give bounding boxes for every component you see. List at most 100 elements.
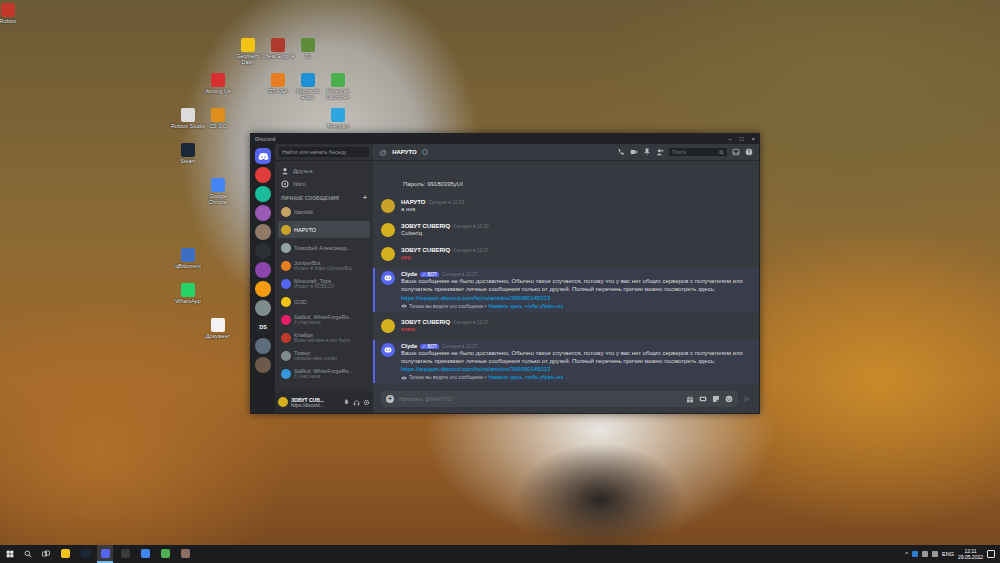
phone-icon[interactable] (617, 148, 625, 156)
taskbar-app[interactable] (97, 545, 113, 563)
server-icon[interactable] (255, 300, 271, 316)
message-input[interactable]: +Написать @НАРУТО (381, 391, 738, 407)
dm-nav-item[interactable]: Nitro (278, 177, 370, 190)
dm-list: ДрузьяNitroЛИЧНЫЕ СООБЩЕНИЯ+IdantikkНАРУ… (275, 161, 373, 391)
desktop-icon[interactable]: Among Us (203, 70, 233, 105)
bluetooth-icon[interactable] (912, 551, 918, 557)
send-icon[interactable] (743, 395, 751, 403)
message-author[interactable]: ЗОВУТ CUBERIQ (401, 223, 450, 229)
help-icon[interactable] (745, 148, 753, 156)
desktop-icon[interactable]: qBittorrent (173, 245, 203, 280)
taskbar-app[interactable] (157, 545, 173, 563)
emoji-icon[interactable] (725, 395, 733, 403)
dm-item[interactable]: Idantikk (278, 203, 370, 220)
dm-item[interactable]: Sallkid, WhiteForgeRe...3 участника (278, 365, 370, 382)
desktop-icon[interactable]: Microsoft Edge (293, 70, 323, 105)
headphones-icon[interactable] (353, 399, 360, 406)
dm-name: Minecraft_Tops (294, 278, 334, 284)
windows-start-icon[interactable] (3, 550, 17, 558)
desktop-icon[interactable]: GTA SA (263, 70, 293, 105)
dm-search-field[interactable]: Найти или начать беседу (279, 147, 369, 157)
server-icon[interactable] (255, 262, 271, 278)
sticker-icon[interactable] (712, 395, 720, 403)
window-control-button[interactable]: × (751, 134, 755, 144)
dm-item[interactable]: КлайдиВсем чей мне в это было (278, 329, 370, 346)
dm-item[interactable]: Тимофей Александр... (278, 239, 370, 256)
desktop-icon[interactable]: CS GO (203, 105, 233, 140)
message-author[interactable]: ЗОВУТ CUBERIQ (401, 247, 450, 253)
desktop-icon[interactable]: Google Chrome (203, 175, 233, 210)
desktop-icon[interactable]: Steam (173, 140, 203, 175)
message-author[interactable]: ЗОВУТ CUBERIQ (401, 319, 450, 325)
taskbar-app[interactable] (177, 545, 193, 563)
avatar-icon[interactable] (381, 319, 395, 333)
message-author[interactable]: Clyde (401, 271, 417, 277)
taskbar-app[interactable] (57, 545, 73, 563)
server-icon[interactable] (255, 148, 271, 164)
clock[interactable]: 12:1129.05.2022 (958, 548, 983, 560)
microphone-icon[interactable] (343, 399, 350, 406)
desktop-icon[interactable]: Документ (203, 315, 233, 350)
server-icon[interactable] (255, 243, 271, 259)
language-indicator[interactable]: ENG (942, 551, 954, 557)
add-user-icon[interactable] (656, 148, 664, 156)
server-icon[interactable] (255, 167, 271, 183)
create-dm-button[interactable]: + (363, 194, 367, 201)
desktop-icon[interactable]: WhatsApp (173, 280, 203, 315)
message-link[interactable]: https://support.discord.com/hc/ru/articl… (401, 294, 751, 302)
desktop-icon[interactable]: TL (293, 35, 323, 70)
volume-icon[interactable] (932, 551, 938, 557)
search-icon[interactable] (21, 550, 35, 558)
desktop-icon[interactable]: Roblox (0, 0, 23, 35)
avatar-icon (281, 243, 291, 253)
desktop-icon[interactable]: Cheat Engine (263, 35, 293, 70)
message-author[interactable]: НАРУТО (401, 199, 426, 205)
avatar-icon[interactable] (381, 223, 395, 237)
dm-nav-item[interactable]: Друзья (278, 164, 370, 177)
avatar-icon[interactable] (381, 343, 395, 357)
server-icon[interactable] (255, 281, 271, 297)
dm-item[interactable]: JuniperBotИграет в https://JuniperBot (278, 257, 370, 274)
server-icon[interactable] (255, 205, 271, 221)
server-icon[interactable] (255, 357, 271, 373)
pin-icon[interactable] (643, 148, 651, 156)
taskbar-app[interactable] (77, 545, 93, 563)
message-author[interactable]: Clyde (401, 343, 417, 349)
avatar-icon[interactable] (381, 199, 395, 213)
dm-item[interactable]: GOD (278, 293, 370, 310)
window-control-button[interactable]: □ (740, 134, 744, 144)
user-avatar-icon[interactable] (278, 397, 288, 407)
avatar-icon[interactable] (381, 271, 395, 285)
inbox-icon[interactable] (732, 148, 740, 156)
desktop-icon[interactable]: Roblox Studio (173, 105, 203, 140)
taskbar-app[interactable] (137, 545, 153, 563)
tray-expand-button[interactable]: ^ (905, 551, 908, 557)
dismiss-message-link[interactable]: Нажмите здесь, чтобы убрать его (488, 375, 563, 380)
task-view-icon[interactable] (39, 550, 53, 558)
taskbar-app[interactable] (117, 545, 133, 563)
window-controls: –□ × (729, 134, 755, 144)
dismiss-message-link[interactable]: Нажмите здесь, чтобы убрать его (488, 304, 563, 309)
dm-item[interactable]: НАРУТО (278, 221, 370, 238)
desktop-icon[interactable]: Geometry Dash (233, 35, 263, 70)
upload-button[interactable]: + (386, 395, 394, 403)
notifications-icon[interactable] (987, 550, 995, 558)
dm-item[interactable]: Minecraft_TopsИграет в ROBLOX (278, 275, 370, 292)
desktop-icon[interactable]: Minecraft Launcher (323, 70, 353, 105)
network-icon[interactable] (922, 551, 928, 557)
server-icon[interactable] (255, 338, 271, 354)
gif-icon[interactable] (699, 395, 707, 403)
server-icon[interactable]: DS (255, 319, 271, 335)
user-panel: ЗОВУТ CUB...https://discord... (275, 391, 373, 413)
window-control-button[interactable]: – (729, 134, 732, 144)
gear-icon[interactable] (363, 399, 370, 406)
chat-search-field[interactable]: Поиск (669, 148, 727, 156)
gift-icon[interactable] (686, 395, 694, 403)
server-icon[interactable] (255, 186, 271, 202)
dm-item[interactable]: Тимернаписал мне слово (278, 347, 370, 364)
server-icon[interactable] (255, 224, 271, 240)
video-icon[interactable] (630, 148, 638, 156)
avatar-icon[interactable] (381, 247, 395, 261)
dm-item[interactable]: Sallkid, WhiteForgeRe...3 участника (278, 311, 370, 328)
message-link[interactable]: https://support.discord.com/hc/ru/articl… (401, 365, 751, 373)
